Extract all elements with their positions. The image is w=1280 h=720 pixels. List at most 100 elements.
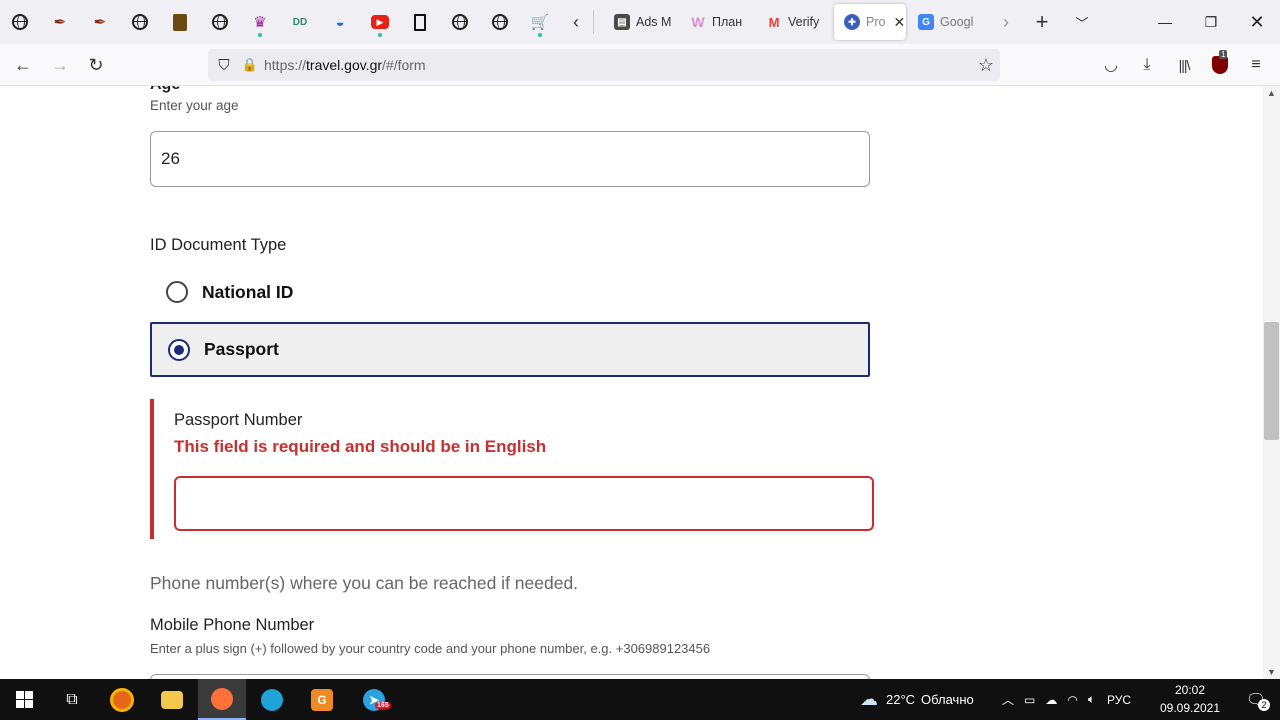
start-button[interactable] bbox=[0, 679, 48, 720]
tab-verify[interactable]: M Verify bbox=[756, 4, 832, 40]
orange-app-icon: G bbox=[311, 688, 333, 711]
hamburger-menu-icon: ≡ bbox=[1251, 56, 1261, 73]
bookmark-star-icon[interactable]: ☆ bbox=[978, 55, 994, 76]
taskbar-telegram[interactable]: ➤ 165 bbox=[350, 679, 398, 720]
forward-button[interactable]: → bbox=[45, 50, 75, 80]
tab-separator bbox=[593, 10, 594, 34]
pinned-tab-wave[interactable]: ◒ bbox=[320, 0, 360, 44]
pinned-tab-youtube[interactable]: ▶ bbox=[360, 0, 400, 44]
scroll-tabs-right-button[interactable]: › bbox=[992, 0, 1020, 44]
taskbar-app-orange[interactable]: G bbox=[298, 679, 346, 720]
back-button[interactable]: ← bbox=[8, 50, 38, 80]
url-host: travel.gov.gr bbox=[306, 57, 383, 73]
url-text[interactable]: https://travel.gov.gr/#/form bbox=[264, 57, 426, 73]
tab-plan[interactable]: W План bbox=[680, 4, 756, 40]
close-icon[interactable]: ✕ bbox=[893, 14, 905, 31]
lock-icon[interactable]: 🔒 bbox=[240, 49, 260, 81]
book-icon bbox=[173, 13, 187, 31]
globe-icon bbox=[132, 14, 148, 30]
wix-favicon-icon: W bbox=[691, 14, 705, 30]
pinned-tab-globe-5[interactable] bbox=[480, 0, 520, 44]
battery-icon[interactable]: ▭ bbox=[1024, 693, 1035, 707]
pinned-tab-globe-2[interactable] bbox=[120, 0, 160, 44]
mobile-phone-hint: Enter a plus sign (+) followed by your c… bbox=[150, 641, 711, 656]
chevron-right-icon: › bbox=[1003, 11, 1009, 32]
pinned-tab-cart[interactable]: 🛒 bbox=[520, 0, 560, 44]
downloads-button[interactable]: ⤓ bbox=[1132, 50, 1162, 80]
tab-pro-active[interactable]: ✚ Pro ✕ bbox=[834, 4, 906, 40]
task-view-button[interactable]: ⧉ bbox=[48, 679, 96, 720]
ublock-button[interactable]: 1 bbox=[1205, 50, 1235, 80]
windows-logo-icon bbox=[15, 691, 33, 708]
radio-checked-icon[interactable] bbox=[168, 338, 190, 361]
pinned-tab-globe-4[interactable] bbox=[440, 0, 480, 44]
quill-icon: ✒ bbox=[53, 14, 67, 31]
minimize-icon: — bbox=[1158, 14, 1172, 30]
tracking-protection-shield-icon[interactable]: ⛉ bbox=[208, 49, 240, 81]
scroll-up-arrow-icon[interactable]: ▲ bbox=[1263, 86, 1280, 100]
taskbar-firefox[interactable] bbox=[198, 679, 246, 720]
library-button[interactable]: |||\ bbox=[1169, 50, 1199, 80]
scroll-down-arrow-icon[interactable]: ▼ bbox=[1263, 665, 1280, 679]
ads-favicon-icon: ▤ bbox=[614, 14, 630, 30]
chevron-up-icon[interactable]: ︿ bbox=[1002, 691, 1014, 708]
chevron-left-icon: ‹ bbox=[573, 11, 579, 32]
url-prefix: https:// bbox=[264, 57, 307, 73]
radio-passport[interactable]: Passport bbox=[150, 322, 870, 377]
taskbar-file-explorer[interactable] bbox=[148, 679, 196, 720]
passport-number-input[interactable] bbox=[174, 476, 874, 531]
telegram-badge: 165 bbox=[375, 701, 391, 709]
clock-time: 20:02 bbox=[1174, 683, 1206, 697]
pinned-tab-dd[interactable]: DD bbox=[280, 0, 320, 44]
phone-section-text: Phone number(s) where you can be reached… bbox=[150, 573, 579, 593]
tab-label: Ads M bbox=[636, 15, 672, 29]
volume-icon[interactable]: 🔈︎ bbox=[1088, 692, 1095, 707]
radio-circle-icon[interactable] bbox=[166, 281, 188, 303]
language-indicator[interactable]: РУС bbox=[1107, 693, 1131, 707]
wifi-icon[interactable]: ◠ bbox=[1067, 693, 1077, 707]
page-scrollbar[interactable]: ▲ ▼ bbox=[1263, 86, 1280, 679]
list-all-tabs-button[interactable]: ﹀ bbox=[1068, 0, 1096, 44]
gmail-favicon-icon: M bbox=[768, 14, 780, 30]
restore-button[interactable]: ❐ bbox=[1188, 0, 1234, 44]
scroll-thumb[interactable] bbox=[1264, 322, 1279, 440]
url-bar[interactable]: ⛉ 🔒 https://travel.gov.gr/#/form ☆ bbox=[208, 49, 1000, 81]
age-label: Age bbox=[150, 86, 180, 94]
new-tab-button[interactable]: + bbox=[1028, 0, 1056, 44]
weather-desc: Облачно bbox=[921, 692, 974, 707]
pinned-tab-book[interactable] bbox=[160, 0, 200, 44]
tab-label: Verify bbox=[788, 15, 820, 29]
scroll-tabs-left-button[interactable]: ‹ bbox=[562, 0, 590, 44]
taskbar-edge[interactable] bbox=[248, 679, 296, 720]
notification-center-button[interactable]: 🗨︎ 2 bbox=[1236, 679, 1276, 720]
pinned-tab-globe[interactable] bbox=[0, 0, 40, 44]
tab-ads[interactable]: ▤ Ads M bbox=[604, 4, 680, 40]
download-icon: ⤓ bbox=[1143, 56, 1151, 73]
pinned-tab-crown[interactable]: ♛ bbox=[240, 0, 280, 44]
pinned-tab-globe-3[interactable] bbox=[200, 0, 240, 44]
pinned-tab-quill-2[interactable]: ✒ bbox=[80, 0, 120, 44]
window-close-button[interactable]: ✕ bbox=[1234, 0, 1280, 44]
telegram-icon: ➤ 165 bbox=[363, 688, 391, 711]
bracket-icon bbox=[414, 13, 426, 31]
system-clock[interactable]: 20:02 09.09.2021 bbox=[1152, 681, 1228, 717]
minimize-button[interactable]: — bbox=[1142, 0, 1188, 44]
tab-google[interactable]: G Googl bbox=[908, 4, 978, 40]
pinned-tab-quill[interactable]: ✒ bbox=[40, 0, 80, 44]
taskbar-app-clock[interactable] bbox=[98, 679, 146, 720]
age-input[interactable]: 26 bbox=[150, 131, 870, 187]
plus-icon: + bbox=[1035, 9, 1049, 34]
id-document-type-label: ID Document Type bbox=[150, 236, 286, 255]
notification-count: 2 bbox=[1258, 699, 1270, 711]
radio-national-id[interactable]: National ID bbox=[150, 264, 870, 320]
windows-taskbar: ⧉ G ➤ 165 ☁ 22°C Облачно ︿ ▭ ☁ ◠ 🔈︎ РУС … bbox=[0, 679, 1280, 720]
wave-icon: ◒ bbox=[335, 13, 345, 31]
pocket-button[interactable]: ◡ bbox=[1096, 50, 1126, 80]
onedrive-cloud-icon[interactable]: ☁ bbox=[1045, 693, 1057, 707]
app-menu-button[interactable]: ≡ bbox=[1241, 50, 1271, 80]
reload-button[interactable]: ↻ bbox=[81, 50, 111, 80]
weather-widget[interactable]: ☁ 22°C Облачно bbox=[860, 679, 974, 720]
close-icon: ✕ bbox=[1249, 11, 1265, 32]
pinned-tab-bracket[interactable] bbox=[400, 0, 440, 44]
passport-number-label: Passport Number bbox=[174, 411, 303, 429]
